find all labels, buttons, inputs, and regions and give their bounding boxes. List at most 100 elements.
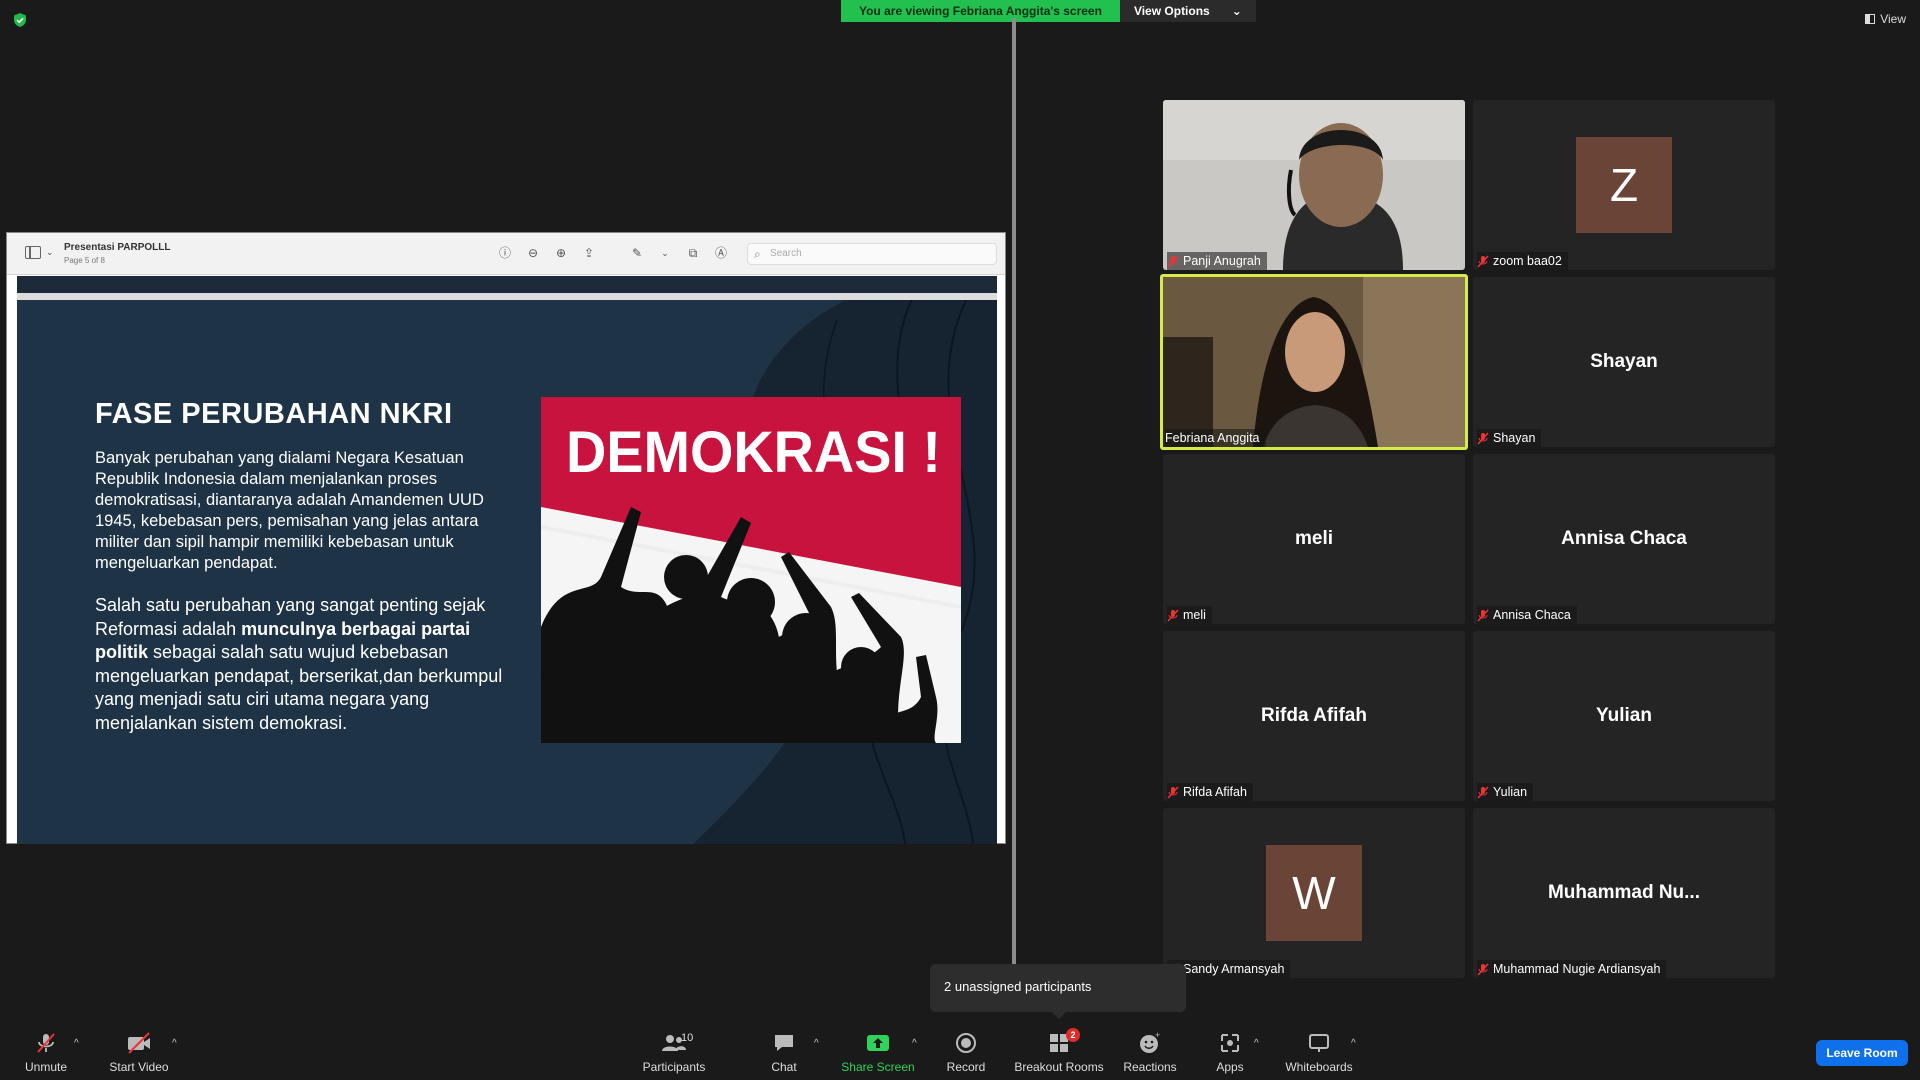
participant-tile[interactable]: Shayan Shayan bbox=[1473, 277, 1775, 447]
start-video-label: Start Video bbox=[109, 1060, 169, 1074]
chat-button[interactable]: Chat bbox=[764, 1020, 804, 1080]
viewing-banner: You are viewing Febriana Anggita's scree… bbox=[841, 0, 1256, 22]
unassigned-participants-popover[interactable]: 2 unassigned participants bbox=[930, 964, 1186, 1019]
share-screen-button[interactable]: Share Screen bbox=[838, 1020, 918, 1080]
meeting-toolbar: Unmute ^ Start Video ^ 10 Participants C… bbox=[0, 1020, 1920, 1080]
video-off-icon bbox=[128, 1032, 150, 1054]
participant-center-name: Annisa Chaca bbox=[1561, 528, 1687, 549]
muted-mic-icon bbox=[1167, 785, 1179, 799]
muted-mic-icon bbox=[1477, 254, 1489, 268]
record-icon bbox=[956, 1033, 976, 1053]
security-shield-icon[interactable] bbox=[12, 12, 28, 28]
participant-name-label: Shayan bbox=[1477, 429, 1542, 447]
participant-name: zoom baa02 bbox=[1493, 254, 1562, 268]
participant-name-label: Muhammad Nugie Ardiansyah bbox=[1477, 960, 1667, 978]
whiteboards-label: Whiteboards bbox=[1285, 1060, 1353, 1074]
layout-icon bbox=[1865, 14, 1876, 24]
participant-name: Sandy Armansyah bbox=[1183, 962, 1285, 976]
participants-label: Participants bbox=[642, 1060, 706, 1074]
participant-center-name: Rifda Afifah bbox=[1261, 705, 1367, 726]
split-divider[interactable] bbox=[1012, 18, 1016, 964]
breakout-rooms-label: Breakout Rooms bbox=[1014, 1060, 1104, 1074]
muted-mic-icon bbox=[1477, 962, 1489, 976]
apps-button[interactable]: Apps bbox=[1210, 1020, 1250, 1080]
info-icon[interactable]: ⓘ bbox=[497, 245, 513, 261]
search-input[interactable]: Search bbox=[747, 243, 997, 265]
record-label: Record bbox=[946, 1060, 986, 1074]
avatar: Z bbox=[1576, 137, 1672, 233]
start-video-button[interactable]: Start Video bbox=[104, 1020, 174, 1080]
participant-tile[interactable]: Muhammad Nu... Muhammad Nugie Ardiansyah bbox=[1473, 808, 1775, 978]
pdf-tools: ⓘ ⊖ ⊕ ⇪ ✎ ⌄ ⧉ Ⓐ bbox=[497, 245, 729, 261]
slide-title: FASE PERUBAHAN NKRI bbox=[95, 398, 453, 430]
participant-tile[interactable]: Z zoom baa02 bbox=[1473, 100, 1775, 270]
breakout-badge: 2 bbox=[1066, 1028, 1080, 1042]
participant-tile[interactable]: Rifda Afifah Rifda Afifah bbox=[1163, 631, 1465, 801]
participant-name: Panji Anugrah bbox=[1183, 254, 1261, 268]
viewing-screen-text: You are viewing Febriana Anggita's scree… bbox=[841, 0, 1120, 22]
markup-pen-icon[interactable]: ✎ bbox=[629, 245, 645, 261]
view-options-button[interactable]: View Options ⌄ bbox=[1119, 0, 1256, 22]
participant-center-name: Shayan bbox=[1590, 351, 1658, 372]
whiteboards-button[interactable]: Whiteboards bbox=[1284, 1020, 1354, 1080]
video-options-caret[interactable]: ^ bbox=[172, 1038, 177, 1049]
chat-options-caret[interactable]: ^ bbox=[814, 1038, 819, 1049]
demokrasi-image: DEMOKRASI ! bbox=[541, 397, 961, 743]
reactions-button[interactable]: + Reactions bbox=[1120, 1020, 1180, 1080]
participant-name: Febriana Anggita bbox=[1165, 431, 1260, 445]
chat-label: Chat bbox=[771, 1060, 797, 1074]
participant-name: Yulian bbox=[1493, 785, 1528, 799]
share-screen-label: Share Screen bbox=[841, 1060, 915, 1074]
participant-video bbox=[1163, 100, 1465, 270]
chevron-down-icon[interactable]: ⌄ bbox=[657, 245, 673, 261]
participant-tile[interactable]: Annisa Chaca Annisa Chaca bbox=[1473, 454, 1775, 624]
annotate-icon[interactable]: Ⓐ bbox=[713, 245, 729, 261]
apps-label: Apps bbox=[1216, 1060, 1244, 1074]
apps-options-caret[interactable]: ^ bbox=[1254, 1038, 1259, 1049]
muted-mic-icon bbox=[1477, 785, 1489, 799]
participant-name-label: Febriana Anggita bbox=[1165, 429, 1266, 447]
slide-paragraph-2: Salah satu perubahan yang sangat penting… bbox=[95, 594, 515, 735]
participant-tile[interactable]: Panji Anugrah bbox=[1163, 100, 1465, 270]
participant-name: Rifda Afifah bbox=[1183, 785, 1247, 799]
leave-room-button[interactable]: Leave Room bbox=[1816, 1040, 1908, 1066]
record-button[interactable]: Record bbox=[944, 1020, 988, 1080]
participant-tile[interactable]: meli meli bbox=[1163, 454, 1465, 624]
participant-name-label: zoom baa02 bbox=[1477, 252, 1568, 270]
participant-name: Shayan bbox=[1493, 431, 1536, 445]
muted-mic-icon bbox=[1167, 608, 1179, 622]
participant-name-label: Annisa Chaca bbox=[1477, 606, 1577, 624]
reactions-label: Reactions bbox=[1123, 1060, 1177, 1074]
view-label: View bbox=[1880, 12, 1906, 26]
zoom-out-icon[interactable]: ⊖ bbox=[525, 245, 541, 261]
participant-tile[interactable]: Yulian Yulian bbox=[1473, 631, 1775, 801]
unmute-button[interactable]: Unmute bbox=[14, 1020, 78, 1080]
active-speaker-tile[interactable]: Febriana Anggita bbox=[1160, 274, 1468, 450]
participant-name-label: meli bbox=[1167, 606, 1212, 624]
muted-mic-icon bbox=[37, 1033, 55, 1053]
participant-video bbox=[1163, 277, 1465, 447]
sidebar-toggle-icon[interactable] bbox=[25, 246, 41, 259]
shared-screen-pdf-viewer: ⌄ Presentasi PARPOLLL Page 5 of 8 ⓘ ⊖ ⊕ … bbox=[6, 232, 1006, 844]
audio-options-caret[interactable]: ^ bbox=[74, 1038, 79, 1049]
participant-center-name: Yulian bbox=[1596, 705, 1652, 726]
participant-name: meli bbox=[1183, 608, 1206, 622]
participant-tile[interactable]: W Sandy Armansyah bbox=[1163, 808, 1465, 978]
share-options-caret[interactable]: ^ bbox=[912, 1038, 917, 1049]
participant-name: Muhammad Nugie Ardiansyah bbox=[1493, 962, 1661, 976]
participant-name-label: Rifda Afifah bbox=[1167, 783, 1253, 801]
participants-count: 10 bbox=[681, 1032, 694, 1044]
view-button[interactable]: View bbox=[1865, 12, 1906, 26]
participants-button[interactable]: 10 Participants bbox=[638, 1020, 710, 1080]
participant-center-name: Muhammad Nu... bbox=[1547, 882, 1700, 903]
pdf-content[interactable]: FASE PERUBAHAN NKRI Banyak perubahan yan… bbox=[17, 276, 997, 844]
whiteboards-options-caret[interactable]: ^ bbox=[1351, 1038, 1356, 1049]
breakout-rooms-button[interactable]: 2 Breakout Rooms bbox=[1014, 1020, 1104, 1080]
share-icon[interactable]: ⇪ bbox=[581, 245, 597, 261]
popover-text: 2 unassigned participants bbox=[944, 979, 1092, 994]
rotate-icon[interactable]: ⧉ bbox=[685, 245, 701, 261]
zoom-in-icon[interactable]: ⊕ bbox=[553, 245, 569, 261]
chevron-down-icon[interactable]: ⌄ bbox=[46, 247, 54, 258]
previous-page-edge bbox=[17, 276, 997, 293]
page-indicator: Page 5 of 8 bbox=[64, 256, 105, 265]
